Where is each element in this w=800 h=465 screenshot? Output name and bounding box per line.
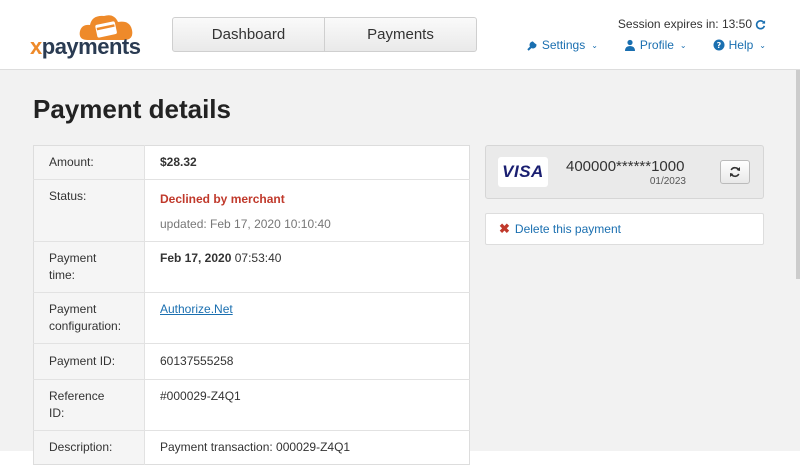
card-number: 400000******1000: [566, 158, 685, 175]
profile-menu[interactable]: Profile ⌄: [624, 38, 687, 52]
payment-time-value: Feb 17, 2020 07:53:40: [144, 241, 470, 293]
status-label: Status:: [33, 179, 145, 242]
description-value: Payment transaction: 000029-Z4Q1: [144, 430, 470, 465]
refresh-icon: [730, 166, 740, 178]
table-row: Reference ID: #000029-Z4Q1: [33, 379, 470, 431]
payment-id-value: 60137555258: [144, 343, 470, 380]
tab-dashboard[interactable]: Dashboard: [173, 18, 324, 51]
top-menu: Settings ⌄ Profile ⌄ ? Help ⌄: [526, 38, 766, 52]
payment-configuration-cell: Authorize.Net: [144, 292, 470, 344]
status-badge: Declined by merchant: [160, 192, 285, 206]
delete-payment-button[interactable]: ✖ Delete this payment: [485, 213, 764, 245]
help-menu[interactable]: ? Help ⌄: [713, 38, 766, 52]
settings-menu[interactable]: Settings ⌄: [526, 38, 598, 52]
table-row: Payment time: Feb 17, 2020 07:53:40: [33, 241, 470, 293]
table-row: Payment configuration: Authorize.Net: [33, 292, 470, 344]
payment-details-table: Amount: $28.32 Status: Declined by merch…: [33, 145, 470, 465]
table-row: Amount: $28.32: [33, 145, 470, 180]
chevron-down-icon: ⌄: [679, 40, 687, 50]
user-icon: [624, 39, 635, 51]
header: xpayments Dashboard Payments Session exp…: [0, 0, 800, 70]
payment-configuration-label: Payment configuration:: [33, 292, 145, 344]
reference-id-label: Reference ID:: [33, 379, 145, 431]
chevron-down-icon: ⌄: [759, 40, 766, 50]
main-content: Payment details Amount: $28.32 Status: D…: [0, 70, 800, 465]
amount-label: Amount:: [33, 145, 145, 180]
status-cell: Declined by merchant updated: Feb 17, 20…: [144, 179, 470, 242]
refresh-icon[interactable]: [755, 19, 766, 30]
delete-payment-label: Delete this payment: [514, 222, 621, 236]
reference-id-value: #000029-Z4Q1: [144, 379, 470, 431]
session-text: Session expires in: 13:50: [617, 17, 752, 31]
status-updated: updated: Feb 17, 2020 10:10:40: [160, 217, 331, 231]
payment-id-label: Payment ID:: [33, 343, 145, 380]
visa-logo: VISA: [498, 157, 548, 187]
help-label: Help: [728, 38, 754, 52]
page-title: Payment details: [33, 94, 231, 124]
session-timer: Session expires in: 13:50: [618, 17, 766, 31]
question-circle-icon: ?: [713, 39, 725, 51]
card-panel: VISA 400000******1000 01/2023: [485, 145, 764, 199]
table-row: Payment ID: 60137555258: [33, 343, 470, 380]
main-nav: Dashboard Payments: [172, 17, 477, 52]
logo[interactable]: xpayments: [30, 12, 141, 59]
payment-configuration-link[interactable]: Authorize.Net: [160, 302, 233, 316]
wrench-icon: [527, 41, 537, 51]
table-row: Status: Declined by merchant updated: Fe…: [33, 179, 470, 242]
profile-label: Profile: [639, 38, 674, 52]
svg-text:?: ?: [716, 41, 721, 50]
scrollbar[interactable]: [796, 70, 800, 279]
tab-payments[interactable]: Payments: [324, 18, 476, 51]
table-row: Description: Payment transaction: 000029…: [33, 430, 470, 465]
card-expiry: 01/2023: [649, 176, 686, 187]
description-label: Description:: [33, 430, 145, 465]
logo-wordmark: xpayments: [30, 34, 141, 59]
settings-label: Settings: [541, 38, 586, 52]
amount-value: $28.32: [160, 155, 197, 169]
payment-time-label: Payment time:: [33, 241, 145, 293]
refresh-card-button[interactable]: [720, 160, 750, 184]
chevron-down-icon: ⌄: [591, 40, 598, 50]
close-icon: ✖: [499, 221, 510, 236]
